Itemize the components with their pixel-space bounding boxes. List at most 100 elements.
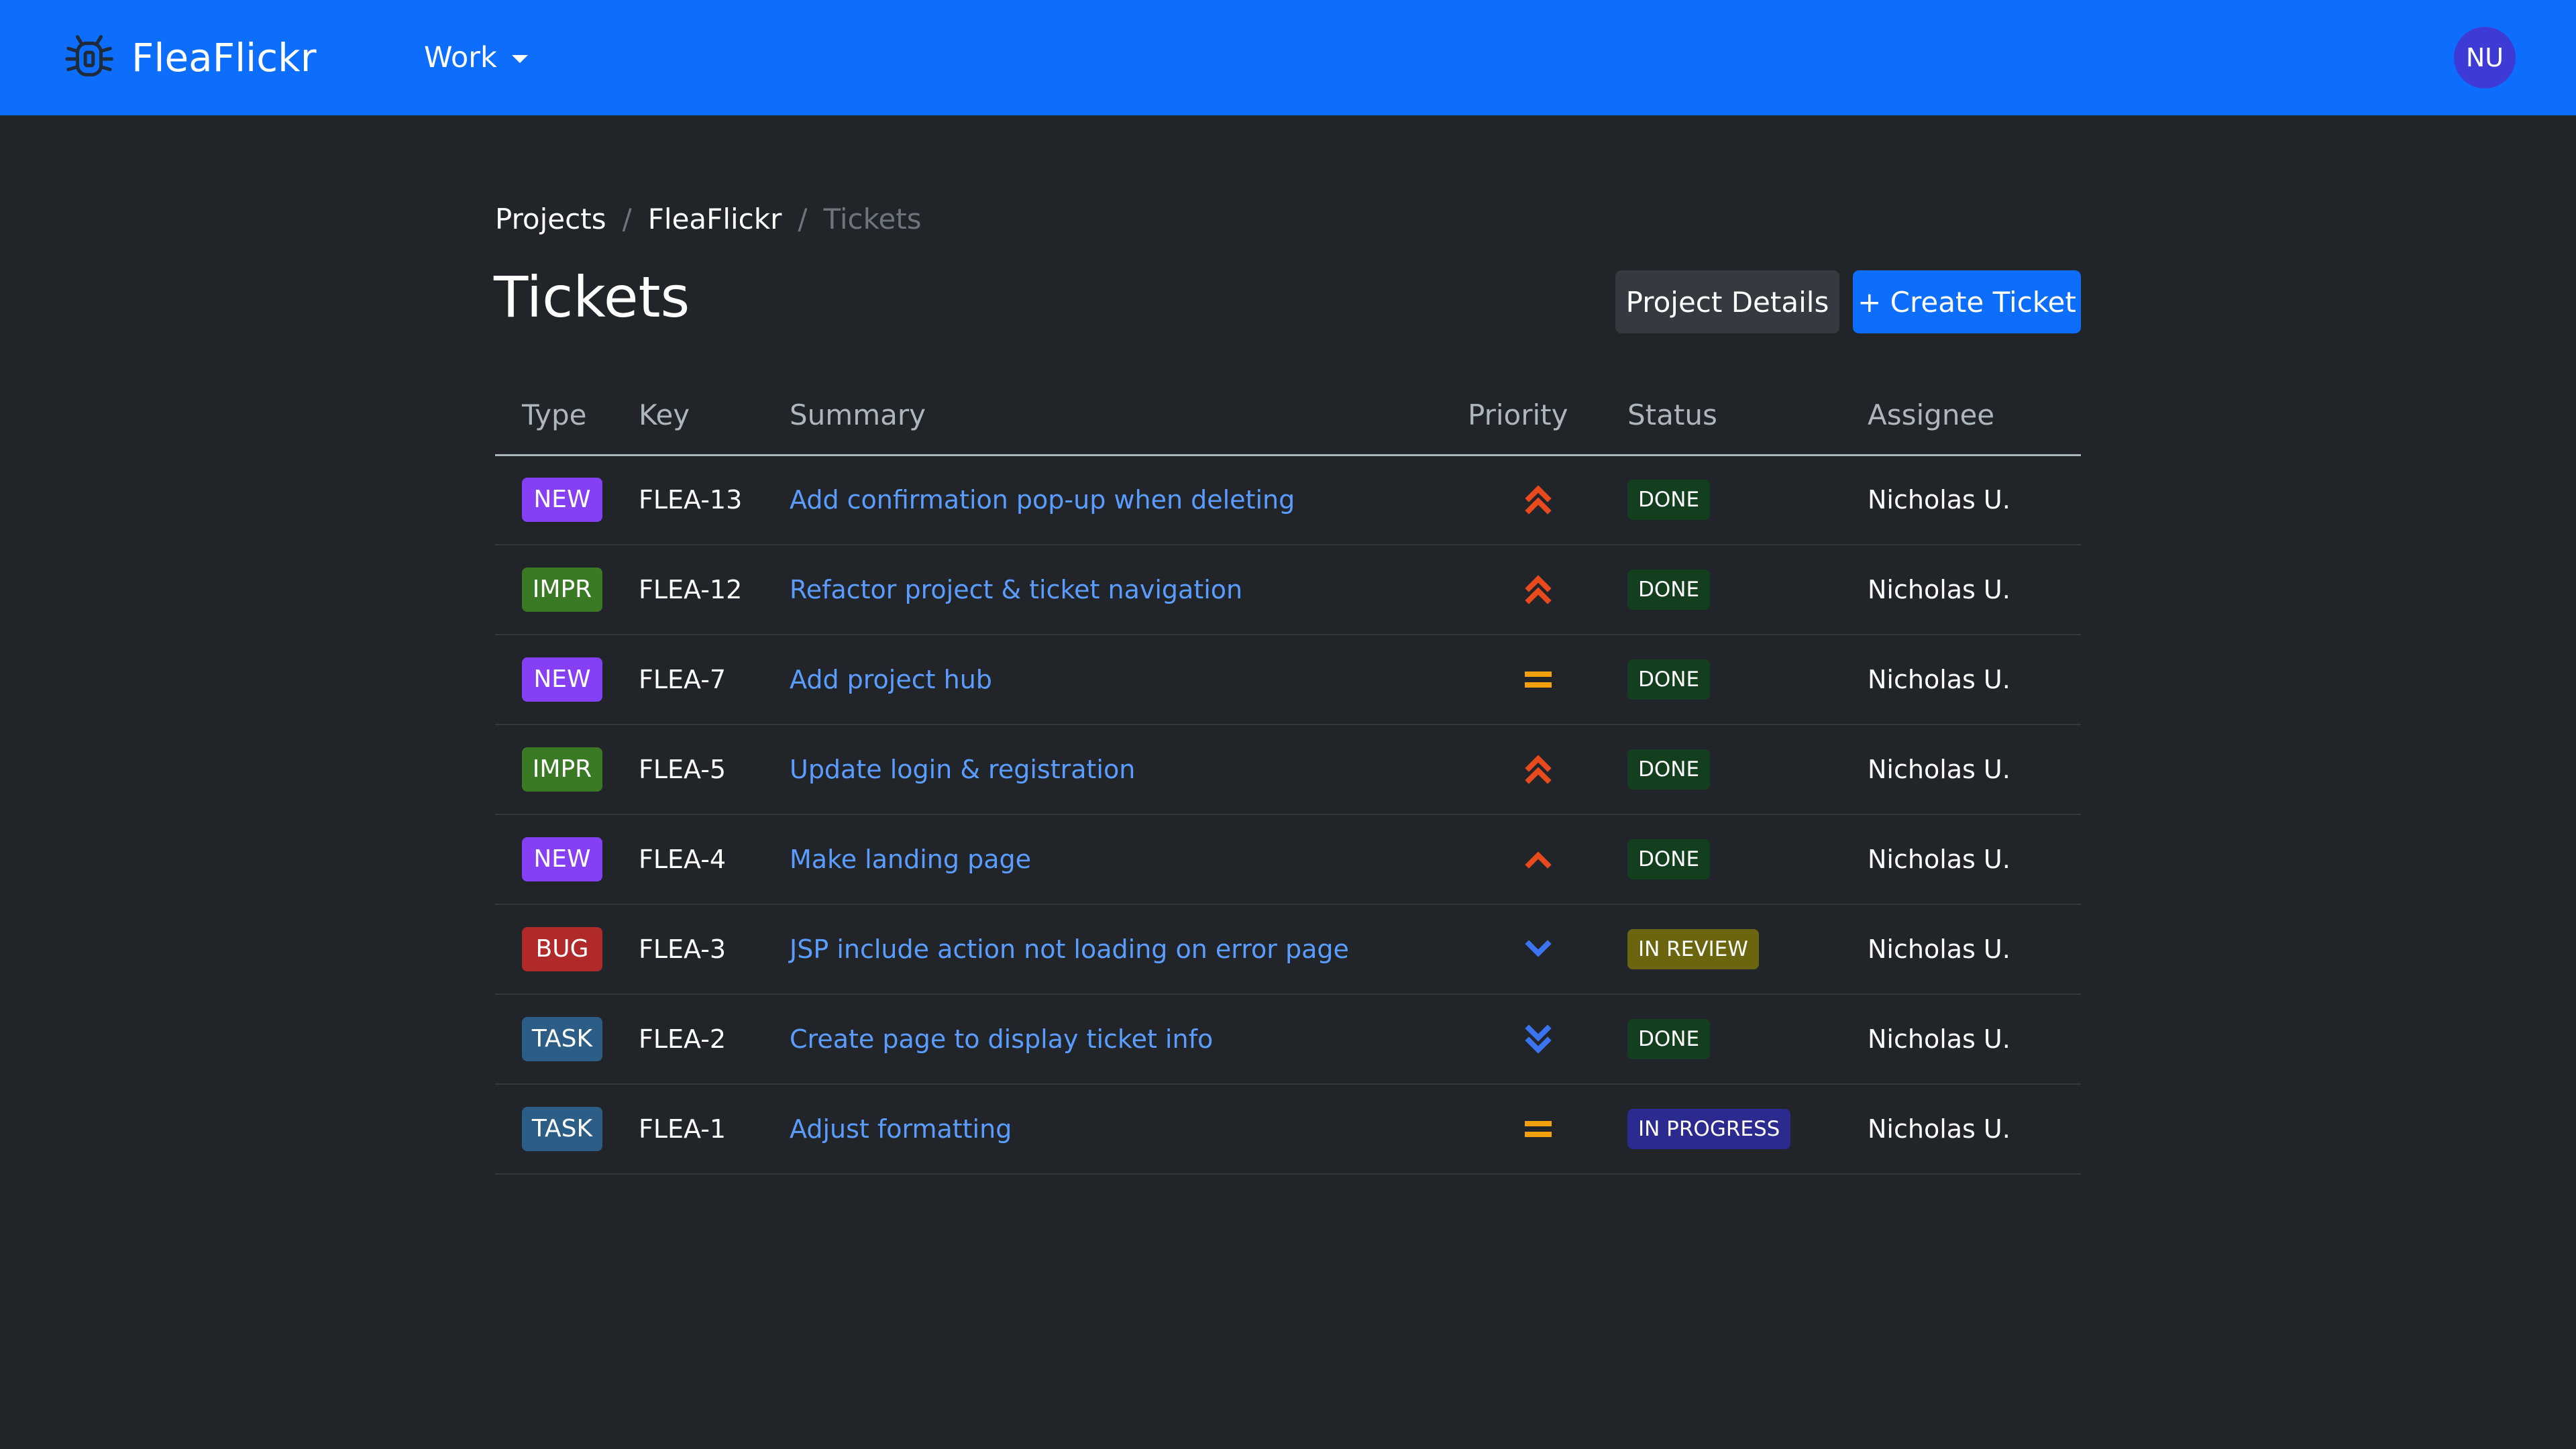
- table-header-row: Type Key Summary Priority Status Assigne…: [495, 376, 2081, 456]
- column-header-summary: Summary: [790, 376, 1468, 456]
- ticket-summary-link[interactable]: Adjust formatting: [790, 1114, 1012, 1144]
- status-cell: DONE: [1627, 455, 1868, 545]
- type-cell: IMPR: [495, 724, 639, 815]
- assignee-name: Nicholas U.: [1868, 904, 2081, 995]
- assignee-name: Nicholas U.: [1868, 455, 2081, 545]
- type-cell: TASK: [495, 1084, 639, 1175]
- summary-cell: Create page to display ticket info: [790, 994, 1468, 1085]
- type-cell: TASK: [495, 994, 639, 1085]
- ticket-key: FLEA-1: [639, 1084, 790, 1175]
- equals-icon: [1518, 1109, 1558, 1149]
- ticket-key: FLEA-2: [639, 994, 790, 1085]
- table-row: BUG FLEA-3 JSP include action not loading …: [495, 904, 2081, 995]
- status-badge: DONE: [1627, 659, 1711, 700]
- column-header-assignee: Assignee: [1868, 376, 2081, 456]
- caret-down-icon: [511, 55, 528, 63]
- table-row: NEW FLEA-4 Make landing page DONE Nicholas U…: [495, 814, 2081, 905]
- breadcrumb-projects[interactable]: Projects: [495, 203, 606, 235]
- assignee-name: Nicholas U.: [1868, 994, 2081, 1085]
- summary-cell: Add confirmation pop-up when deleting: [790, 455, 1468, 545]
- ticket-summary-link[interactable]: Add confirmation pop-up when deleting: [790, 485, 1295, 515]
- ticket-summary-link[interactable]: Add project hub: [790, 665, 992, 694]
- ticket-summary-link[interactable]: Update login & registration: [790, 755, 1135, 784]
- status-badge: IN REVIEW: [1627, 929, 1759, 969]
- table-row: NEW FLEA-13 Add confirmation pop-up when d…: [495, 455, 2081, 545]
- double-chevron-up-icon: [1518, 570, 1558, 610]
- status-badge: IN PROGRESS: [1627, 1109, 1791, 1149]
- type-cell: BUG: [495, 904, 639, 995]
- chevron-up-icon: [1518, 839, 1558, 879]
- work-dropdown[interactable]: Work: [424, 38, 528, 78]
- bug-icon: [65, 35, 113, 76]
- breadcrumb-project[interactable]: FleaFlickr: [648, 203, 782, 235]
- type-badge: IMPR: [522, 747, 602, 792]
- ticket-summary-link[interactable]: Make landing page: [790, 845, 1031, 874]
- assignee-name: Nicholas U.: [1868, 1084, 2081, 1175]
- type-cell: IMPR: [495, 545, 639, 635]
- breadcrumb-current: Tickets: [823, 202, 922, 235]
- ticket-key: FLEA-7: [639, 635, 790, 725]
- summary-cell: Add project hub: [790, 635, 1468, 725]
- status-cell: DONE: [1627, 994, 1868, 1085]
- breadcrumb-separator: /: [798, 202, 808, 235]
- table-row: TASK FLEA-2 Create page to display ticket …: [495, 994, 2081, 1085]
- status-cell: DONE: [1627, 635, 1868, 725]
- ticket-summary-link[interactable]: JSP include action not loading on error …: [790, 934, 1349, 964]
- column-header-key: Key: [639, 376, 790, 456]
- table-row: NEW FLEA-7 Add project hub DONE Nicholas U.: [495, 635, 2081, 725]
- type-badge: TASK: [522, 1017, 602, 1061]
- ticket-summary-link[interactable]: Refactor project & ticket navigation: [790, 575, 1242, 604]
- double-chevron-up-icon: [1518, 749, 1558, 790]
- summary-cell: Refactor project & ticket navigation: [790, 545, 1468, 635]
- priority-cell: [1468, 724, 1627, 815]
- type-cell: NEW: [495, 635, 639, 725]
- type-badge: BUG: [522, 927, 602, 971]
- page-title: Tickets: [494, 264, 690, 330]
- assignee-name: Nicholas U.: [1868, 635, 2081, 725]
- status-cell: DONE: [1627, 724, 1868, 815]
- type-cell: NEW: [495, 455, 639, 545]
- priority-cell: [1468, 1084, 1627, 1175]
- status-cell: IN REVIEW: [1627, 904, 1868, 995]
- status-cell: DONE: [1627, 814, 1868, 905]
- create-ticket-button[interactable]: + Create Ticket: [1853, 270, 2081, 333]
- tickets-table: Type Key Summary Priority Status Assigne…: [495, 376, 2081, 1175]
- equals-icon: [1518, 659, 1558, 700]
- status-badge: DONE: [1627, 749, 1711, 790]
- type-badge: NEW: [522, 478, 602, 523]
- type-badge: NEW: [522, 657, 602, 702]
- table-row: TASK FLEA-1 Adjust formatting IN PROGRESS Ni…: [495, 1084, 2081, 1175]
- assignee-name: Nicholas U.: [1868, 814, 2081, 905]
- priority-cell: [1468, 635, 1627, 725]
- double-chevron-down-icon: [1518, 1019, 1558, 1059]
- summary-cell: Adjust formatting: [790, 1084, 1468, 1175]
- priority-cell: [1468, 994, 1627, 1085]
- priority-cell: [1468, 904, 1627, 995]
- column-header-status: Status: [1627, 376, 1868, 456]
- ticket-key: FLEA-13: [639, 455, 790, 545]
- status-badge: DONE: [1627, 570, 1711, 610]
- ticket-key: FLEA-12: [639, 545, 790, 635]
- ticket-key: FLEA-3: [639, 904, 790, 995]
- chevron-down-icon: [1518, 929, 1558, 969]
- summary-cell: Update login & registration: [790, 724, 1468, 815]
- type-cell: NEW: [495, 814, 639, 905]
- table-row: IMPR FLEA-12 Refactor project & ticket nav…: [495, 545, 2081, 635]
- priority-cell: [1468, 545, 1627, 635]
- summary-cell: JSP include action not loading on error …: [790, 904, 1468, 995]
- assignee-name: Nicholas U.: [1868, 724, 2081, 815]
- summary-cell: Make landing page: [790, 814, 1468, 905]
- status-cell: DONE: [1627, 545, 1868, 635]
- type-badge: IMPR: [522, 568, 602, 612]
- status-badge: DONE: [1627, 480, 1711, 521]
- ticket-key: FLEA-5: [639, 724, 790, 815]
- double-chevron-up-icon: [1518, 480, 1558, 520]
- column-header-priority: Priority: [1468, 376, 1627, 456]
- brand-name: FleaFlickr: [131, 35, 317, 80]
- project-details-button[interactable]: Project Details: [1615, 270, 1839, 333]
- avatar[interactable]: NU: [2454, 27, 2516, 89]
- ticket-summary-link[interactable]: Create page to display ticket info: [790, 1024, 1213, 1054]
- brand-link[interactable]: FleaFlickr: [63, 31, 317, 85]
- assignee-name: Nicholas U.: [1868, 545, 2081, 635]
- type-badge: TASK: [522, 1107, 602, 1151]
